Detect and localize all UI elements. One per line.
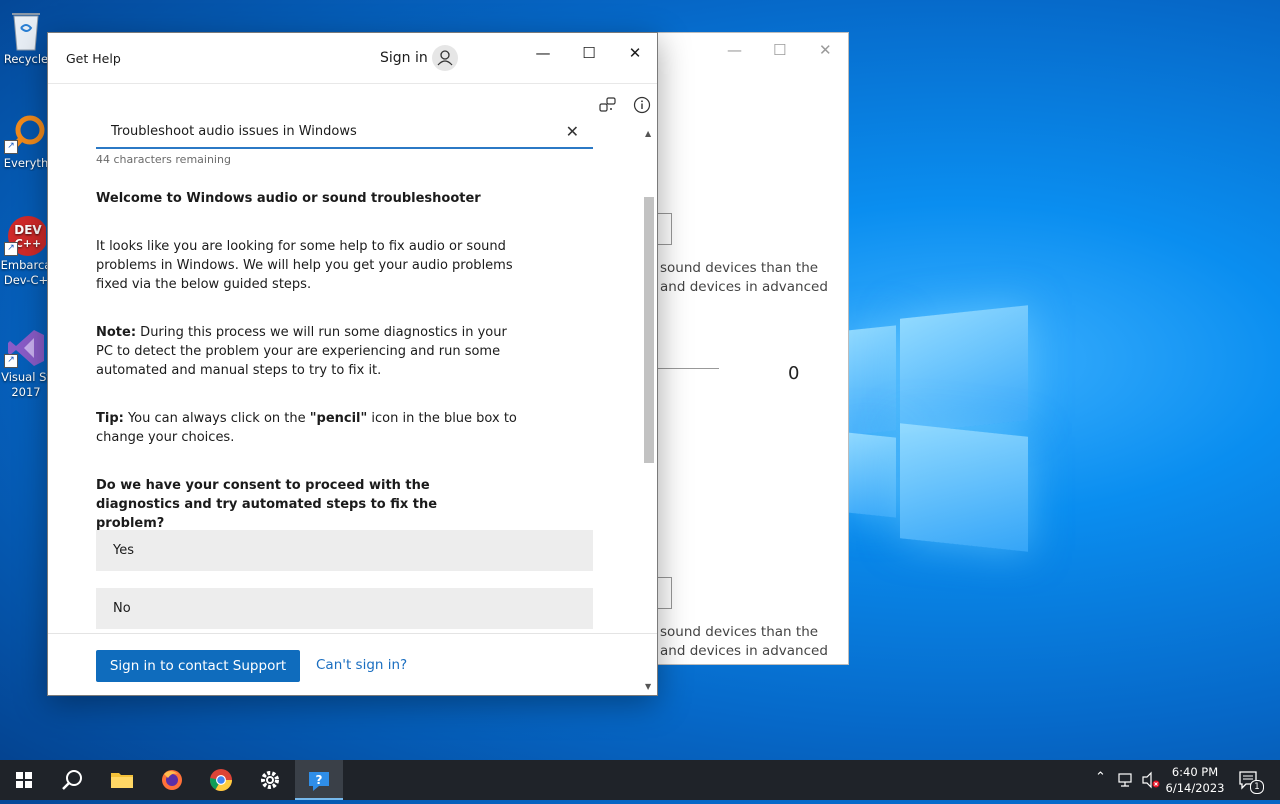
clear-search-icon[interactable]: ✕ — [566, 122, 579, 141]
sign-in-link[interactable]: Sign in — [380, 50, 428, 66]
desktop-icon-recycle-bin[interactable]: Recycle — [0, 8, 52, 67]
chrome-icon[interactable] — [197, 760, 245, 800]
svg-text:DEV: DEV — [14, 223, 42, 237]
notification-badge: 1 — [1250, 780, 1264, 794]
svg-text:C++: C++ — [15, 237, 42, 250]
maximize-button[interactable]: ☐ — [574, 42, 604, 64]
note-text: During this process we will run some dia… — [96, 325, 507, 378]
recycle-bin-icon — [6, 8, 46, 51]
search-value: Troubleshoot audio issues in Windows — [111, 124, 357, 139]
start-button[interactable] — [0, 760, 48, 800]
cant-sign-in-link[interactable]: Can't sign in? — [316, 657, 407, 673]
volume-slider[interactable] — [657, 368, 719, 369]
tip-bold: "pencil" — [309, 411, 368, 426]
troubleshooter-content: Welcome to Windows audio or sound troubl… — [96, 183, 576, 533]
no-option[interactable]: No — [96, 588, 593, 629]
desktop-icon-dev-cpp[interactable]: DEV C++ ↗ Embarca Dev-C+ — [0, 214, 52, 288]
desktop-icon-label: Visual St 2017 — [1, 370, 51, 399]
yes-option[interactable]: Yes — [96, 530, 593, 571]
close-button[interactable]: ✕ — [819, 41, 832, 59]
maximize-button[interactable]: ☐ — [773, 41, 786, 59]
svg-text:?: ? — [316, 773, 323, 787]
scroll-down-arrow-icon[interactable]: ▼ — [645, 682, 651, 691]
get-help-taskbar-icon[interactable]: ? — [295, 760, 343, 800]
desktop-icon-label: Everyth — [3, 156, 49, 170]
shortcut-arrow-icon: ↗ — [4, 354, 18, 368]
network-icon[interactable] — [1117, 771, 1135, 793]
date: 6/14/2023 — [1165, 781, 1225, 795]
action-center-icon[interactable]: 1 — [1238, 770, 1264, 796]
volume-value: 0 — [788, 363, 800, 384]
firefox-icon[interactable] — [148, 760, 196, 800]
dropdown-edge[interactable] — [657, 213, 672, 245]
chevron-up-icon[interactable]: ⌃ — [1095, 770, 1106, 785]
bg-text: sound devices than the — [660, 260, 819, 276]
info-icon[interactable] — [632, 95, 652, 115]
consent-question: Do we have your consent to proceed with … — [96, 478, 438, 531]
shortcut-arrow-icon: ↗ — [4, 140, 18, 154]
share-icon[interactable] — [598, 95, 618, 115]
everything-search-icon: ↗ — [4, 112, 46, 154]
sign-in-contact-support-button[interactable]: Sign in to contact Support — [96, 650, 300, 682]
windows-logo-wallpaper — [846, 305, 1030, 552]
option-label: Yes — [113, 543, 134, 558]
file-explorer-icon[interactable] — [98, 760, 146, 800]
taskbar: ? ⌃ 6:40 PM 6/14/2023 1 — [0, 760, 1280, 800]
option-label: No — [113, 601, 131, 616]
note-label: Note: — [96, 325, 137, 340]
desktop-icon-label: Recycle — [3, 52, 49, 66]
scroll-thumb[interactable] — [644, 197, 654, 463]
welcome-heading: Welcome to Windows audio or sound troubl… — [96, 191, 481, 206]
scroll-up-arrow-icon[interactable]: ▲ — [645, 129, 651, 138]
minimize-button[interactable]: — — [528, 42, 558, 64]
avatar-icon[interactable] — [432, 45, 458, 71]
bg-text: and devices in advanced — [660, 643, 828, 659]
minimize-button[interactable]: — — [727, 41, 742, 59]
tip-label: Tip: — [96, 411, 124, 426]
volume-muted-icon[interactable] — [1141, 771, 1161, 793]
search-icon[interactable] — [48, 760, 96, 800]
dev-cpp-icon: DEV C++ ↗ — [4, 214, 48, 256]
dropdown-edge[interactable] — [657, 577, 672, 609]
title-bar: Get Help Sign in — ☐ ✕ — [48, 33, 657, 84]
app-title: Get Help — [66, 51, 121, 66]
background-settings-window: — ☐ ✕ sound devices than the and devices… — [656, 32, 849, 665]
shortcut-arrow-icon: ↗ — [4, 242, 18, 256]
desktop-icon-everything[interactable]: ↗ Everyth — [0, 112, 52, 171]
clock[interactable]: 6:40 PM 6/14/2023 — [1160, 764, 1230, 796]
chars-remaining: 44 characters remaining — [96, 153, 231, 166]
search-input[interactable]: Troubleshoot audio issues in Windows ✕ — [96, 121, 593, 149]
note-paragraph: Note: During this process we will run so… — [96, 323, 526, 380]
desktop-icon-visual-studio[interactable]: ↗ Visual St 2017 — [0, 326, 52, 400]
settings-gear-icon[interactable] — [246, 760, 294, 800]
desktop-icon-label: Embarca Dev-C+ — [0, 258, 52, 287]
time: 6:40 PM — [1171, 765, 1219, 779]
tip-text: You can always click on the — [123, 411, 310, 426]
visual-studio-icon: ↗ — [4, 326, 46, 368]
bg-text: sound devices than the — [660, 624, 819, 640]
tip-paragraph: Tip: You can always click on the "pencil… — [96, 409, 551, 447]
intro-paragraph: It looks like you are looking for some h… — [96, 239, 513, 292]
close-button[interactable]: ✕ — [620, 42, 650, 64]
bg-text: and devices in advanced — [660, 279, 828, 295]
get-help-window: Get Help Sign in — ☐ ✕ Troubleshoot audi… — [47, 32, 658, 696]
footer: Sign in to contact Support Can't sign in… — [48, 633, 657, 695]
